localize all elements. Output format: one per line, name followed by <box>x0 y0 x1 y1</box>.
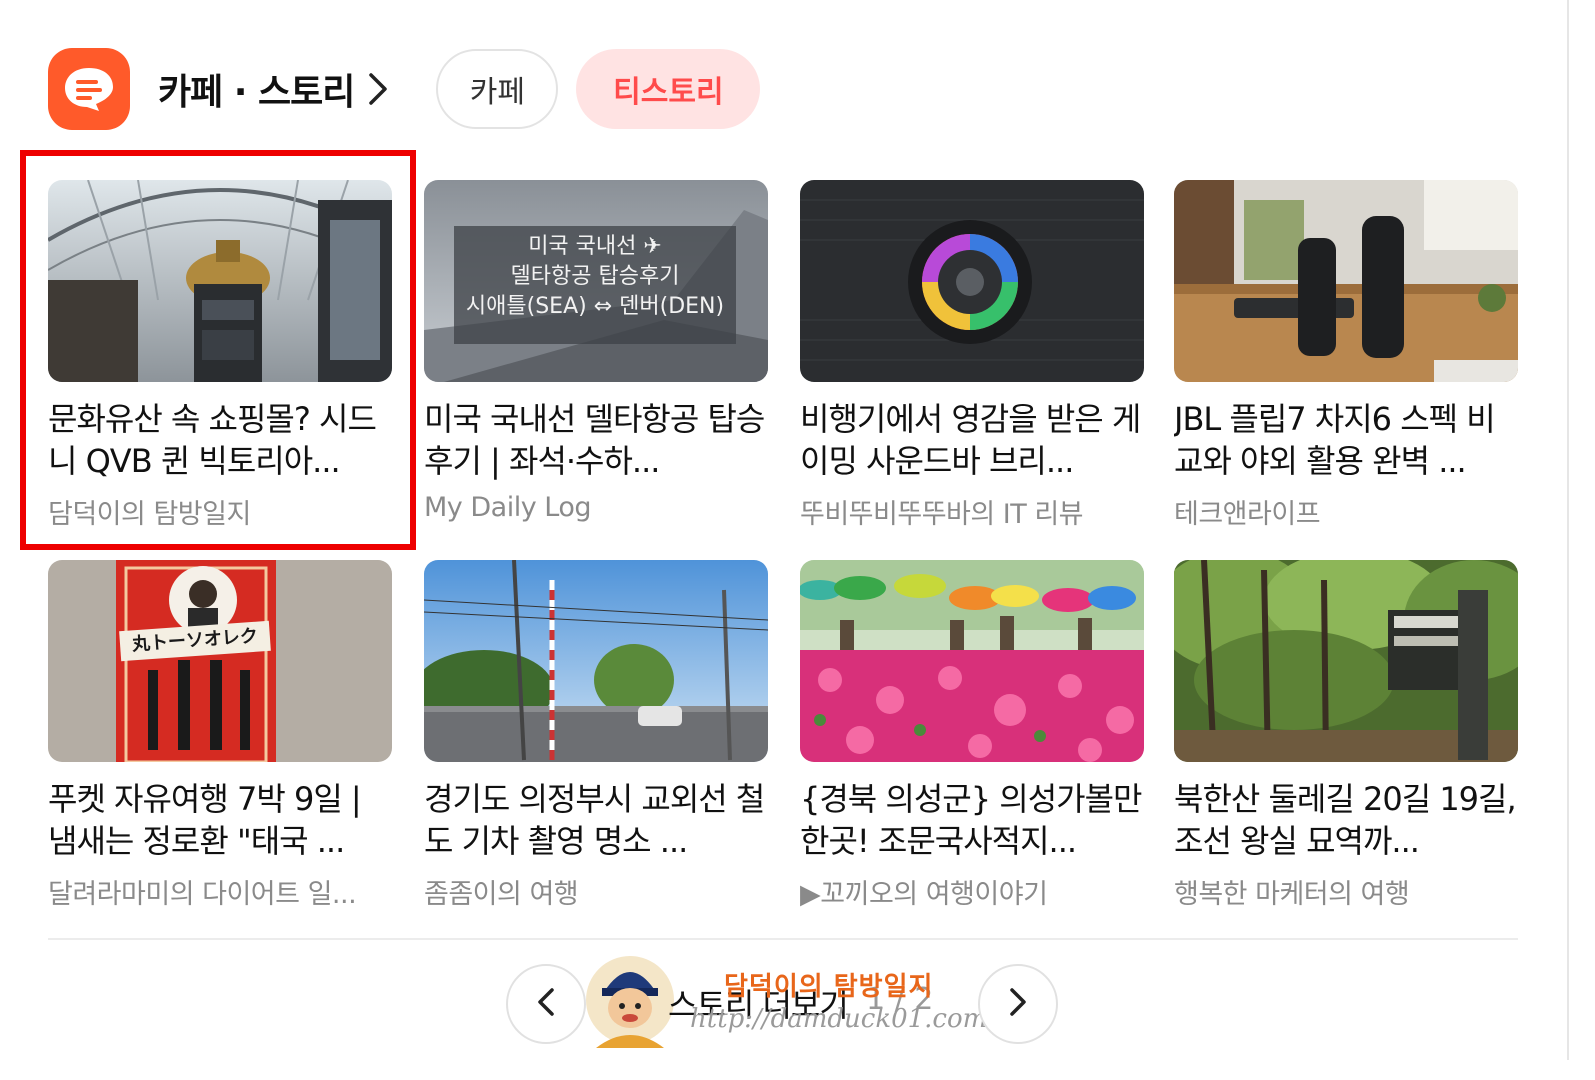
blog-name[interactable]: 좀좀이의 여행 <box>424 872 768 911</box>
card-title[interactable]: 경기도 의정부시 교외선 철도 기차 촬영 명소 ... <box>424 778 768 862</box>
prev-page-button[interactable] <box>506 964 586 1044</box>
thumbnail-image[interactable] <box>800 180 1144 382</box>
story-card[interactable]: 丸トーソオレク 푸켓 자유여행 7박 9일 | 냄새는 정로환 "태국 ... … <box>48 560 392 911</box>
chat-bubble-icon[interactable] <box>48 48 130 130</box>
next-page-button[interactable] <box>978 964 1058 1044</box>
card-title[interactable]: 푸켓 자유여행 7박 9일 | 냄새는 정로환 "태국 ... <box>48 778 392 862</box>
section-title[interactable]: 카페 · 스토리 <box>158 63 355 115</box>
thumbnail-image[interactable] <box>1174 180 1518 382</box>
thumbnail-image[interactable] <box>424 560 768 762</box>
thumbnail-image[interactable] <box>800 560 1144 762</box>
tab-tistory[interactable]: 티스토리 <box>576 49 761 129</box>
divider <box>48 938 1518 940</box>
card-title[interactable]: {경북 의성군} 의성가볼만한곳! 조문국사적지... <box>800 778 1144 862</box>
watermark-avatar <box>586 952 674 1048</box>
story-card[interactable]: 미국 국내선 ✈ 델타항공 탑승후기 시애틀(SEA) ⇔ 덴버(DEN) 미국… <box>424 180 768 523</box>
chevron-right-icon[interactable] <box>368 72 388 106</box>
story-card[interactable]: {경북 의성군} 의성가볼만한곳! 조문국사적지... ▶꼬끼오의 여행이야기 <box>800 560 1144 911</box>
blog-name[interactable]: 행복한 마케터의 여행 <box>1174 872 1518 911</box>
blog-name[interactable]: 테크앤라이프 <box>1174 492 1518 531</box>
story-card[interactable]: 북한산 둘레길 20길 19길, 조선 왕실 묘역까... 행복한 마케터의 여… <box>1174 560 1518 911</box>
thumbnail-caption: 시애틀(SEA) ⇔ 덴버(DEN) <box>465 294 725 319</box>
thumbnail-caption: 델타항공 탑승후기 <box>510 264 680 289</box>
thumbnail-image[interactable]: 미국 국내선 ✈ 델타항공 탑승후기 시애틀(SEA) ⇔ 덴버(DEN) <box>424 180 768 382</box>
blog-name[interactable]: 달려라마미의 다이어트 일... <box>48 872 392 911</box>
section-header: 카페 · 스토리 카페 티스토리 <box>48 46 761 132</box>
story-card[interactable]: 경기도 의정부시 교외선 철도 기차 촬영 명소 ... 좀좀이의 여행 <box>424 560 768 911</box>
tab-cafe[interactable]: 카페 <box>436 49 559 129</box>
highlight-box <box>20 150 416 550</box>
watermark-url: http://damduck01.com <box>690 1004 988 1034</box>
watermark-name: 담덕이의 탐방일지 <box>724 972 934 1002</box>
card-title[interactable]: 북한산 둘레길 20길 19길, 조선 왕실 묘역까... <box>1174 778 1518 862</box>
card-title[interactable]: 미국 국내선 델타항공 탑승 후기 | 좌석·수하... <box>424 398 768 482</box>
card-title[interactable]: JBL 플립7 차지6 스펙 비교와 야외 활용 완벽 ... <box>1174 398 1518 482</box>
blog-name[interactable]: ▶꼬끼오의 여행이야기 <box>800 872 1144 911</box>
blog-name[interactable]: 뚜비뚜비뚜뚜바의 IT 리뷰 <box>800 492 1144 531</box>
thumbnail-image[interactable] <box>1174 560 1518 762</box>
thumbnail-image[interactable]: 丸トーソオレク <box>48 560 392 762</box>
chevron-right-icon <box>1009 987 1027 1021</box>
card-title[interactable]: 비행기에서 영감을 받은 게이밍 사운드바 브리... <box>800 398 1144 482</box>
blog-name[interactable]: My Daily Log <box>424 492 768 523</box>
story-card[interactable]: JBL 플립7 차지6 스펙 비교와 야외 활용 완벽 ... 테크앤라이프 <box>1174 180 1518 531</box>
chevron-left-icon <box>537 987 555 1021</box>
pager: 스토리 더보기 1 / 2 담덕이의 탐방일지 http://damduck01… <box>0 956 1567 1048</box>
story-card[interactable]: 비행기에서 영감을 받은 게이밍 사운드바 브리... 뚜비뚜비뚜뚜바의 IT … <box>800 180 1144 531</box>
thumbnail-caption: 미국 국내선 ✈ <box>528 234 662 259</box>
